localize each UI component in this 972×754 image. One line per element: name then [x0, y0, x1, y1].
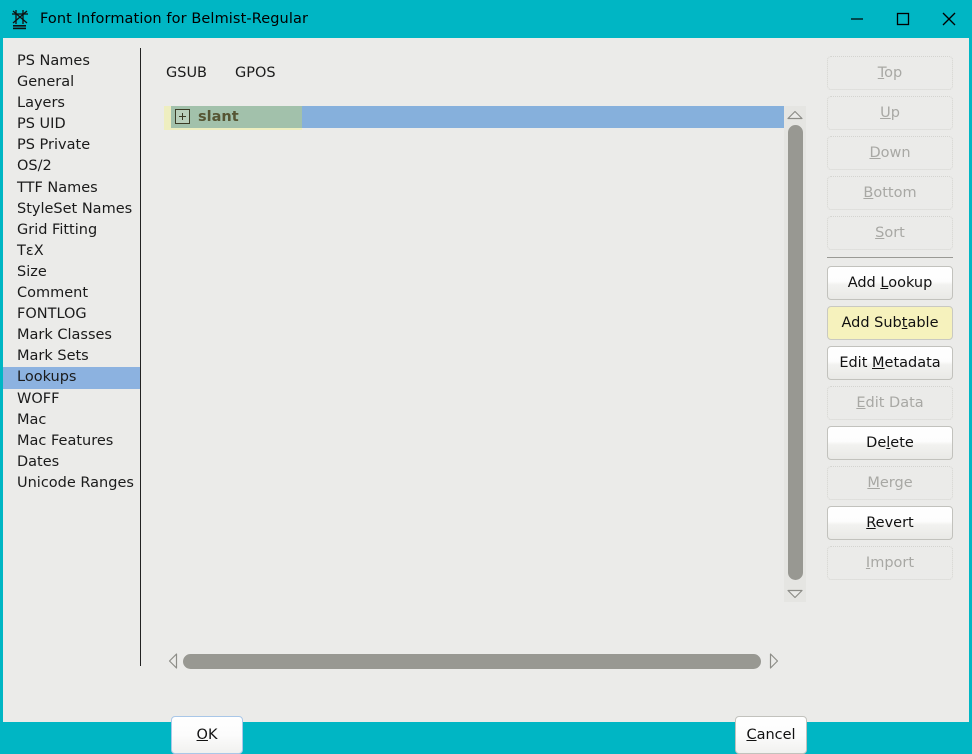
sidebar-item-ps-private[interactable]: PS Private — [3, 135, 140, 156]
scroll-right-arrow-icon[interactable] — [765, 650, 782, 672]
add-lookup-button[interactable]: Add Lookup — [827, 266, 953, 300]
sidebar-item-woff[interactable]: WOFF — [3, 389, 140, 410]
sidebar-item-mark-classes[interactable]: Mark Classes — [3, 325, 140, 346]
sidebar-item-lookups[interactable]: Lookups — [3, 367, 140, 389]
horizontal-scrollbar-thumb[interactable] — [183, 654, 761, 669]
down-button[interactable]: Down — [827, 136, 953, 170]
lookup-actions-toolbar: Top Up Down Bottom Sort Add Lookup Add S… — [827, 56, 953, 586]
scroll-left-arrow-icon[interactable] — [164, 650, 181, 672]
lookup-table-tabs: GSUB GPOS — [166, 65, 276, 81]
fontforge-glyph-icon — [12, 10, 28, 30]
table-row[interactable]: slant — [164, 106, 784, 130]
sidebar-item-grid-fitting[interactable]: Grid Fitting — [3, 220, 140, 241]
revert-button[interactable]: Revert — [827, 506, 953, 540]
edit-metadata-button[interactable]: Edit Metadata — [827, 346, 953, 380]
vertical-scrollbar[interactable] — [784, 106, 806, 602]
delete-button[interactable]: Delete — [827, 426, 953, 460]
scroll-up-arrow-icon[interactable] — [784, 106, 806, 123]
sidebar-item-ttf-names[interactable]: TTF Names — [3, 178, 140, 199]
sidebar-item-ps-names[interactable]: PS Names — [3, 51, 140, 72]
sidebar-item-ps-uid[interactable]: PS UID — [3, 114, 140, 135]
lookups-panel: GSUB GPOS slant — [141, 38, 807, 722]
window-title: Font Information for Belmist-Regular — [40, 11, 309, 27]
sidebar-item-dates[interactable]: Dates — [3, 452, 140, 473]
top-button[interactable]: Top — [827, 56, 953, 90]
cancel-button[interactable]: Cancel — [735, 716, 807, 754]
sidebar-item-comment[interactable]: Comment — [3, 283, 140, 304]
lookup-list[interactable]: slant — [164, 106, 784, 602]
horizontal-scrollbar[interactable] — [164, 650, 782, 672]
sidebar-nav: PS Names General Layers PS UID PS Privat… — [3, 48, 140, 675]
scroll-down-arrow-icon[interactable] — [784, 585, 806, 602]
vertical-scrollbar-thumb[interactable] — [788, 125, 803, 580]
sidebar-item-tex[interactable]: TεX — [3, 241, 140, 262]
plus-expander-icon[interactable] — [175, 109, 190, 124]
minimize-icon[interactable] — [834, 0, 880, 38]
lookup-name-label: slant — [198, 109, 239, 125]
window-controls — [834, 0, 972, 38]
import-button[interactable]: Import — [827, 546, 953, 580]
edit-data-button[interactable]: Edit Data — [827, 386, 953, 420]
ok-button[interactable]: OK — [171, 716, 243, 754]
toolbar-separator — [827, 257, 953, 258]
sidebar-item-unicode-ranges[interactable]: Unicode Ranges — [3, 473, 140, 494]
close-icon[interactable] — [926, 0, 972, 38]
tab-gsub[interactable]: GSUB — [166, 65, 207, 81]
merge-button[interactable]: Merge — [827, 466, 953, 500]
sidebar-item-os2[interactable]: OS/2 — [3, 156, 140, 177]
font-information-dialog: Font Information for Belmist-Regular PS … — [0, 0, 972, 754]
bottom-button[interactable]: Bottom — [827, 176, 953, 210]
title-bar: Font Information for Belmist-Regular — [0, 0, 972, 38]
add-subtable-button[interactable]: Add Subtable — [827, 306, 953, 340]
tab-gpos[interactable]: GPOS — [235, 65, 276, 81]
sidebar-item-size[interactable]: Size — [3, 262, 140, 283]
sidebar-item-mac-features[interactable]: Mac Features — [3, 431, 140, 452]
lookup-list-area: slant — [164, 106, 806, 602]
up-button[interactable]: Up — [827, 96, 953, 130]
sort-button[interactable]: Sort — [827, 216, 953, 250]
sidebar-item-fontlog[interactable]: FONTLOG — [3, 304, 140, 325]
dialog-body: PS Names General Layers PS UID PS Privat… — [3, 38, 969, 754]
sidebar-item-styleset-names[interactable]: StyleSet Names — [3, 199, 140, 220]
sidebar-item-mac[interactable]: Mac — [3, 410, 140, 431]
sidebar-item-mark-sets[interactable]: Mark Sets — [3, 346, 140, 367]
maximize-icon[interactable] — [880, 0, 926, 38]
sidebar-item-layers[interactable]: Layers — [3, 93, 140, 114]
sidebar-item-general[interactable]: General — [3, 72, 140, 93]
